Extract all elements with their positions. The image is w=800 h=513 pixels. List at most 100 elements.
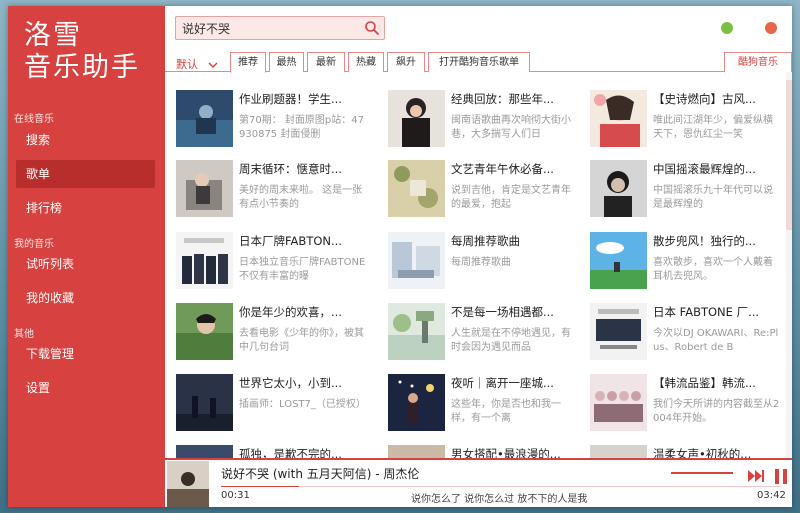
playlist-card[interactable]: 温柔女声•初秋的... [590, 445, 785, 458]
playlist-card[interactable]: 日本厂牌FABTON... 日本独立音乐厂牌FABTONE不仅有丰富的曝 [176, 232, 372, 294]
playlist-card[interactable]: 男女搭配•最浪漫的... [388, 445, 584, 458]
playlist-desc: 闽南语歌曲再次响彻大街小巷，大多揣写人们日 [451, 115, 571, 140]
playlist-title: 温柔女声•初秋的... [653, 447, 752, 458]
playlist-desc: 日本独立音乐厂牌FABTONE不仅有丰富的曝 [239, 257, 366, 282]
playlist-cover [388, 160, 445, 217]
playlist-title: 【韩流品鉴】韩流... [653, 376, 756, 390]
sidebar: 洛雪 音乐助手 在线音乐 搜索 歌单 排行榜 我的音乐 试听列表 我的收藏 其他… [8, 6, 165, 507]
playlist-cover [590, 303, 647, 360]
playlist-desc: 说到吉他，肯定是文艺青年的最爱，抱起 [451, 185, 571, 210]
playlist-cover [388, 445, 445, 458]
playlist-cover [388, 303, 445, 360]
volume-slider[interactable] [671, 472, 733, 474]
playlist-desc: 这些年，你是否也和我一样，有一个离 [451, 399, 561, 424]
tab-open-kugou-playlist[interactable]: 打开酷狗音乐歌单 [428, 52, 530, 72]
now-playing-cover[interactable] [167, 461, 209, 507]
close-button[interactable] [765, 22, 777, 34]
pause-icon[interactable] [774, 469, 788, 484]
playlist-title: 经典回放：那些年... [451, 92, 554, 106]
playlist-desc: 唯此间江湖年少，偏爱纵横天下，恩仇红尘一笑 [653, 115, 773, 140]
tab-hottest[interactable]: 最热 [269, 52, 304, 72]
playlist-card[interactable]: 世界它太小，小到... 插画师：LOST7_（已授权） [176, 374, 372, 436]
tab-recommend[interactable]: 推荐 [230, 52, 266, 73]
progress-bar[interactable] [221, 486, 781, 487]
playlist-cover [176, 445, 233, 458]
playlist-title: 世界它太小，小到... [239, 376, 342, 390]
playlist-title: 每周推荐歌曲 [451, 234, 520, 248]
playlist-desc: 插画师：LOST7_（已授权） [239, 399, 366, 410]
app-window: 洛雪 音乐助手 在线音乐 搜索 歌单 排行榜 我的音乐 试听列表 我的收藏 其他… [8, 6, 792, 507]
playlist-title: 文艺青年午休必备... [451, 162, 554, 176]
playlist-cover [590, 160, 647, 217]
sidebar-group-other: 其他 [14, 329, 34, 340]
playlist-title: 【史诗燃向】古风... [653, 92, 756, 106]
minimize-button[interactable] [721, 22, 733, 34]
playlist-desc: 人生就是在不停地遇见，有时会因为遇见而品 [451, 328, 571, 353]
search-input[interactable] [176, 17, 356, 39]
sidebar-item-downloads[interactable]: 下载管理 [16, 340, 155, 368]
playlist-desc: 去看电影《少年的你》，被其中几句台词 [239, 328, 364, 353]
playlist-title: 日本 FABTONE 厂... [653, 305, 760, 319]
sidebar-item-charts[interactable]: 排行榜 [16, 194, 155, 222]
sort-label: 默认 [176, 58, 198, 71]
playlist-grid: 作业刷题器！学生... 第70期： 封面原图p站：47930875 封面侵删 经… [165, 72, 785, 458]
playlist-card[interactable]: 周末循环：惬意时... 美好的周末来啦。 这是一张有点小节奏的 [176, 160, 372, 222]
tab-source-kugou[interactable]: 酷狗音乐 [724, 52, 792, 72]
playlist-desc: 喜欢散步，喜欢一个人戴着耳机去兜风。 [653, 257, 773, 282]
playlist-card[interactable]: 散步兜风！独行的... 喜欢散步，喜欢一个人戴着耳机去兜风。 [590, 232, 785, 294]
search-box [175, 16, 385, 40]
playlist-title: 日本厂牌FABTON... [239, 234, 342, 248]
playlist-title: 作业刷题器！学生... [239, 92, 342, 106]
tab-rising[interactable]: 飙升 [387, 52, 425, 72]
playlist-card[interactable]: 【韩流品鉴】韩流... 我们今天所讲的内容截至从2004年开始。 [590, 374, 785, 436]
playlist-cover [590, 445, 647, 458]
playlist-title: 夜听｜离开一座城... [451, 376, 554, 390]
playlist-card[interactable]: 经典回放：那些年... 闽南语歌曲再次响彻大街小巷，大多揣写人们日 [388, 90, 584, 152]
playlist-cover [388, 232, 445, 289]
playlist-cover [176, 303, 233, 360]
player-bar: 说好不哭 (with 五月天阿信) - 周杰伦 00:31 说你怎么了 说你怎么… [165, 458, 792, 507]
playlist-cover [590, 232, 647, 289]
playlist-card[interactable]: 【史诗燃向】古风... 唯此间江湖年少，偏爱纵横天下，恩仇红尘一笑 [590, 90, 785, 152]
logo-line-2: 音乐助手 [24, 52, 140, 83]
now-playing-title: 说好不哭 (with 五月天阿信) - 周杰伦 [221, 467, 420, 481]
playlist-card[interactable]: 日本 FABTONE 厂... 今次以DJ OKAWARI、Re:Plus、Ro… [590, 303, 785, 365]
playlist-card[interactable]: 孤独，是歉不完的... [176, 445, 372, 458]
playlist-cover [176, 90, 233, 147]
lyric-line: 说你怎么了 说你怎么过 放不下的人是我 [411, 494, 588, 505]
playlist-desc: 我们今天所讲的内容截至从2004年开始。 [653, 399, 780, 424]
playlist-cover [388, 90, 445, 147]
sidebar-item-search[interactable]: 搜索 [16, 126, 155, 154]
sidebar-item-settings[interactable]: 设置 [16, 374, 155, 402]
playlist-card[interactable]: 每周推荐歌曲 每周推荐歌曲 [388, 232, 584, 294]
sidebar-item-favorites[interactable]: 我的收藏 [16, 284, 155, 312]
playlist-title: 男女搭配•最浪漫的... [451, 447, 561, 458]
playlist-cover [176, 232, 233, 289]
playlist-card[interactable]: 文艺青年午休必备... 说到吉他，肯定是文艺青年的最爱，抱起 [388, 160, 584, 222]
playlist-card[interactable]: 中国摇滚最辉煌的... 中国摇滚乐九十年代可以说是最辉煌的 [590, 160, 785, 222]
sort-dropdown[interactable]: 默认 [176, 56, 218, 72]
playlist-card[interactable]: 作业刷题器！学生... 第70期： 封面原图p站：47930875 封面侵删 [176, 90, 372, 152]
tab-newest[interactable]: 最新 [307, 52, 345, 72]
playlist-cover [388, 374, 445, 431]
playlist-card[interactable]: 你是年少的欢喜，... 去看电影《少年的你》，被其中几句台词 [176, 303, 372, 365]
logo-line-1: 洛雪 [24, 20, 82, 51]
progress-fill [221, 486, 300, 487]
playlist-card[interactable]: 不是每一场相遇都... 人生就是在不停地遇见，有时会因为遇见而品 [388, 303, 584, 365]
tab-hot-collected[interactable]: 热藏 [348, 52, 384, 72]
total-time: 03:42 [757, 490, 786, 501]
playlist-cover [176, 160, 233, 217]
playlist-cover [590, 90, 647, 147]
sidebar-item-trial-list[interactable]: 试听列表 [16, 250, 155, 278]
playlist-card[interactable]: 夜听｜离开一座城... 这些年，你是否也和我一样，有一个离 [388, 374, 584, 436]
next-track-icon[interactable] [748, 470, 764, 482]
playlist-desc: 第70期： 封面原图p站：47930875 封面侵删 [239, 115, 364, 140]
playlist-title: 中国摇滚最辉煌的... [653, 162, 756, 176]
search-icon[interactable] [364, 20, 380, 36]
scrollbar[interactable] [786, 72, 792, 458]
playlist-desc: 每周推荐歌曲 [451, 257, 511, 268]
playlist-title: 孤独，是歉不完的... [239, 447, 342, 458]
scrollbar-thumb[interactable] [786, 80, 792, 230]
playlist-cover [176, 374, 233, 431]
sidebar-item-playlists[interactable]: 歌单 [16, 160, 155, 188]
